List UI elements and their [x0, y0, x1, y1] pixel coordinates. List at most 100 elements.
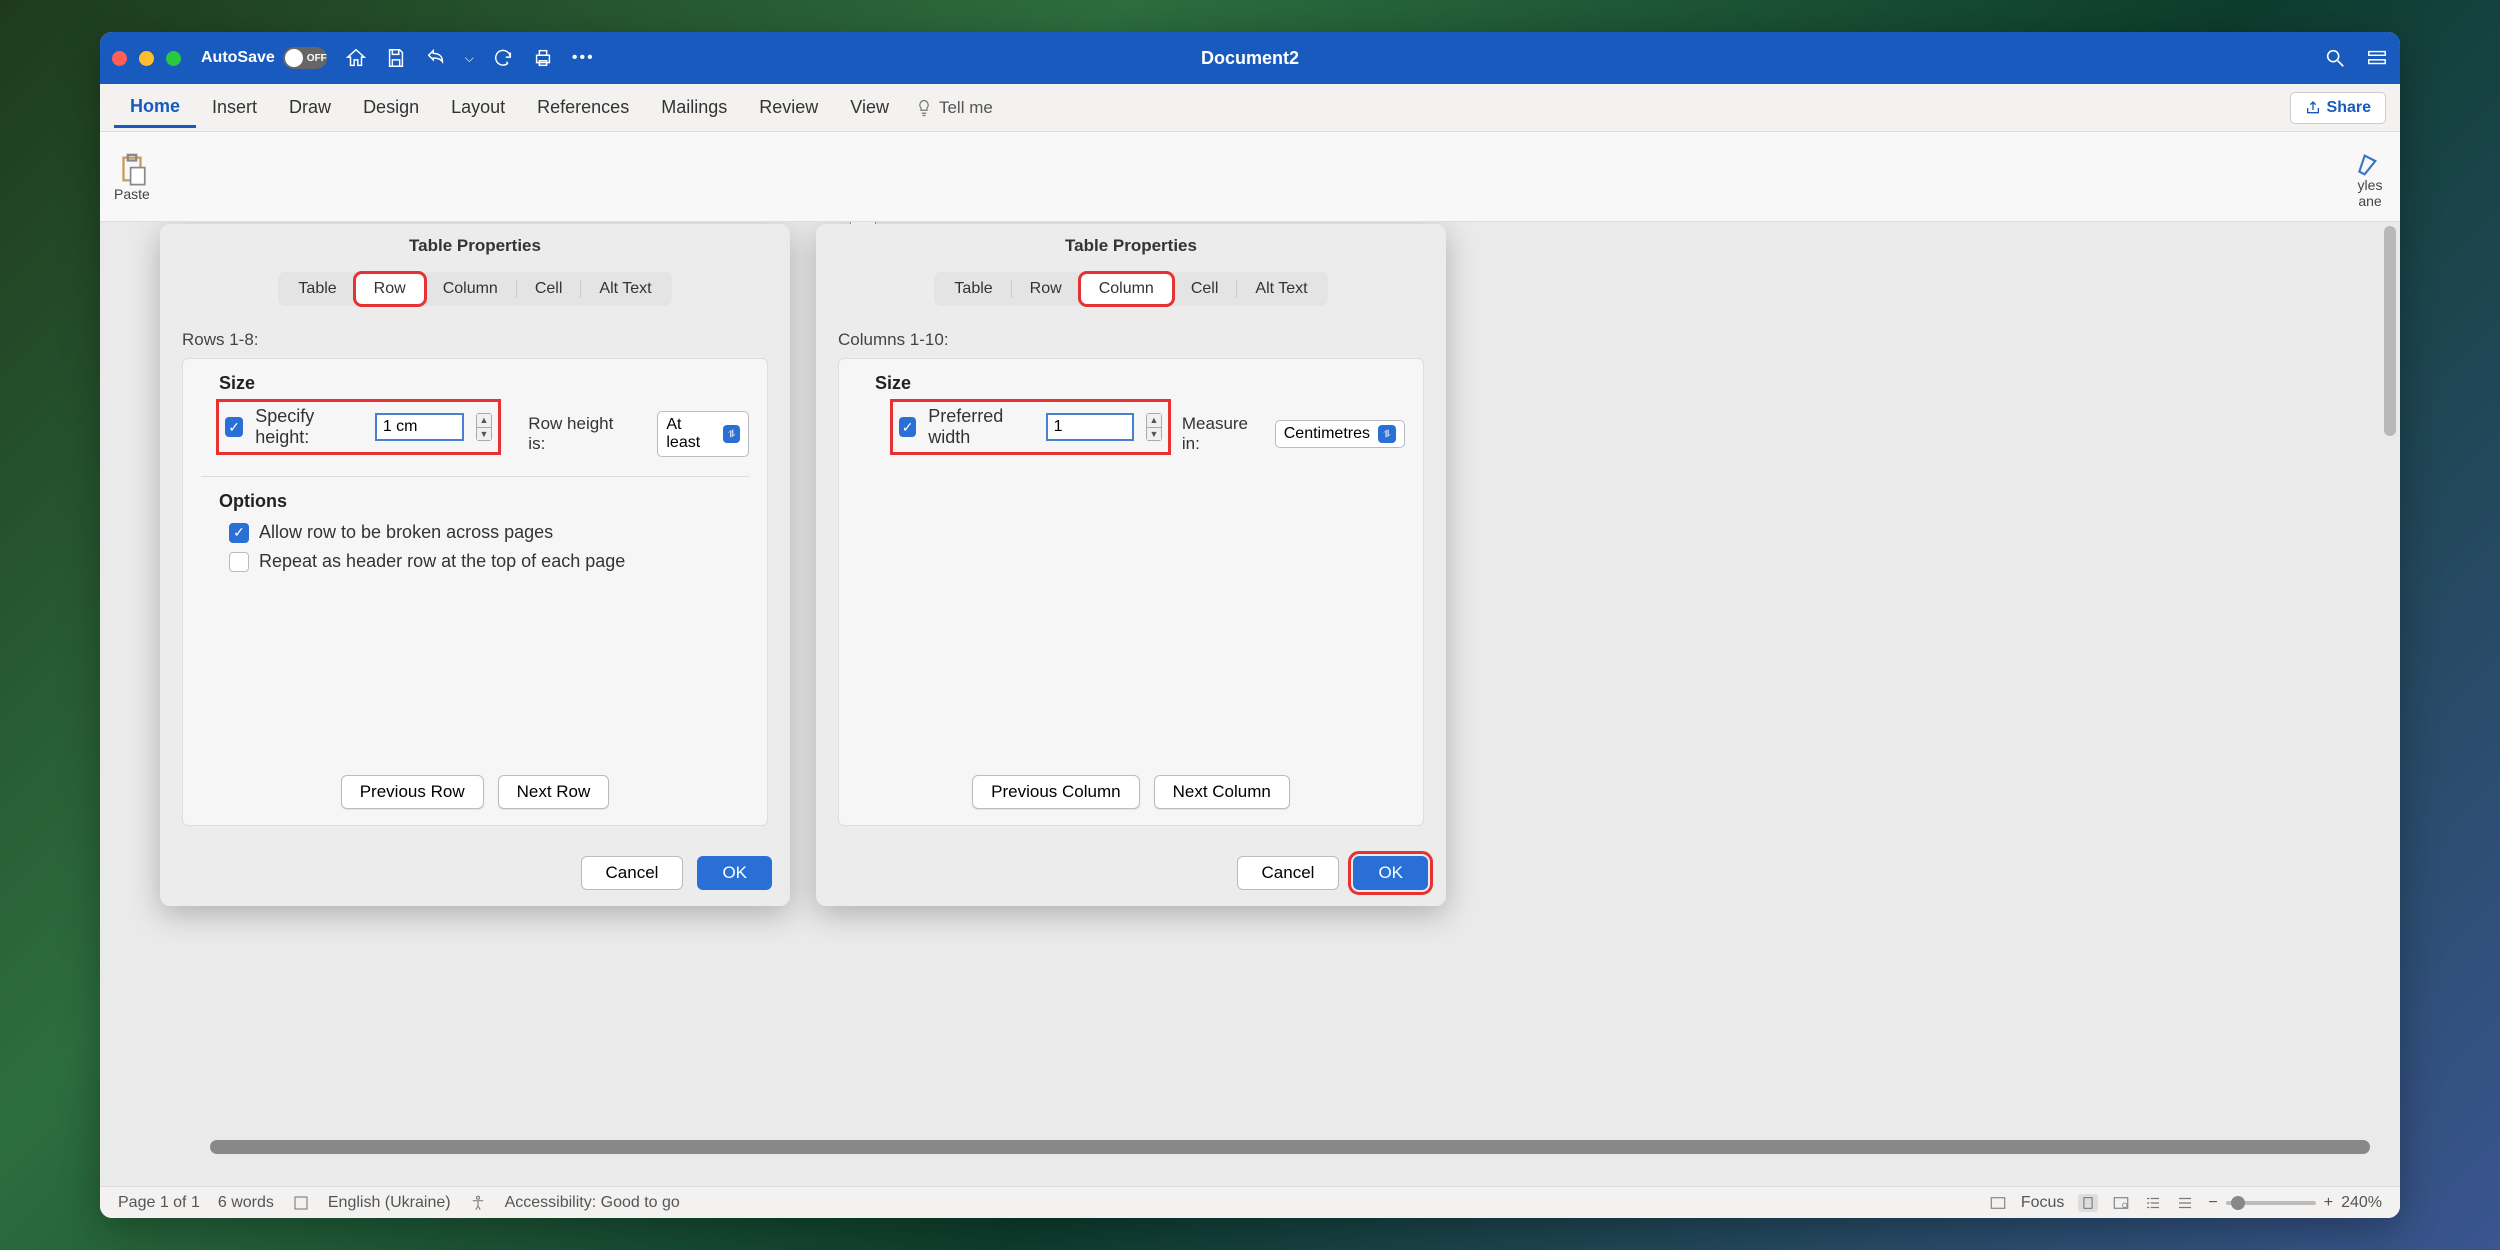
measure-in-label: Measure in:: [1182, 414, 1261, 454]
close-window-button[interactable]: [112, 51, 127, 66]
row-height-input[interactable]: 1 cm: [375, 413, 464, 441]
titlebar: AutoSave OFF ⌵ ••• Document2: [100, 32, 2400, 84]
save-icon[interactable]: [385, 47, 407, 69]
minimize-window-button[interactable]: [139, 51, 154, 66]
row-panel: Size ✓ Specify height: 1 cm ▲▼ Row heigh…: [182, 358, 768, 826]
column-panel: Size ✓ Preferred width 1 ▲▼ Measure in: …: [838, 358, 1424, 826]
document-title: Document2: [1201, 48, 1299, 69]
tab-design[interactable]: Design: [347, 89, 435, 126]
preferred-width-checkbox[interactable]: ✓: [899, 417, 916, 437]
web-layout-icon[interactable]: [2112, 1194, 2130, 1212]
undo-dropdown-icon[interactable]: ⌵: [465, 51, 474, 66]
dialog-tab-cell[interactable]: Cell: [517, 274, 581, 304]
dialog-tab-cell[interactable]: Cell: [1173, 274, 1237, 304]
dialog-tab-alttext[interactable]: Alt Text: [581, 274, 669, 304]
tab-draw[interactable]: Draw: [273, 89, 347, 126]
share-icon: [2305, 100, 2321, 116]
columns-range-label: Columns 1-10:: [838, 330, 1424, 350]
print-icon[interactable]: [532, 47, 554, 69]
row-height-is-label: Row height is:: [528, 414, 627, 454]
search-icon[interactable]: [2324, 47, 2346, 69]
outline-icon[interactable]: [2144, 1194, 2162, 1212]
dialog-tab-alttext[interactable]: Alt Text: [1237, 274, 1325, 304]
spellcheck-icon[interactable]: [292, 1194, 310, 1212]
next-row-button[interactable]: Next Row: [498, 775, 610, 809]
bulb-icon: [915, 99, 933, 117]
redo-icon[interactable]: [492, 47, 514, 69]
dialog-tab-row[interactable]: Row: [1012, 274, 1080, 304]
rows-range-label: Rows 1-8:: [182, 330, 768, 350]
dialog-tab-table[interactable]: Table: [280, 274, 354, 304]
dialog-tab-column[interactable]: Column: [1081, 274, 1172, 304]
next-column-button[interactable]: Next Column: [1154, 775, 1290, 809]
dialog-tab-column[interactable]: Column: [425, 274, 516, 304]
ribbon-tabs: Home Insert Draw Design Layout Reference…: [100, 84, 2400, 132]
maximize-window-button[interactable]: [166, 51, 181, 66]
horizontal-scrollbar[interactable]: [210, 1140, 2370, 1154]
draft-icon[interactable]: [2176, 1194, 2194, 1212]
ok-button[interactable]: OK: [1353, 856, 1428, 890]
previous-row-button[interactable]: Previous Row: [341, 775, 484, 809]
paste-button[interactable]: Paste: [114, 152, 150, 202]
tab-mailings[interactable]: Mailings: [645, 89, 743, 126]
word-count[interactable]: 6 words: [218, 1194, 274, 1212]
column-width-stepper[interactable]: ▲▼: [1146, 413, 1162, 441]
window-controls: [112, 51, 181, 66]
styles-pane-button[interactable]: yles ane: [2354, 145, 2386, 209]
preferred-width-group: ✓ Preferred width 1 ▲▼: [893, 402, 1168, 452]
options-heading: Options: [219, 491, 749, 512]
autosave-label: AutoSave: [201, 49, 275, 67]
word-window: AutoSave OFF ⌵ ••• Document2 Home Insert…: [100, 32, 2400, 1218]
chevron-updown-icon: ⥮: [723, 425, 740, 443]
print-layout-icon[interactable]: [2078, 1194, 2098, 1212]
column-width-input[interactable]: 1: [1046, 413, 1134, 441]
tab-references[interactable]: References: [521, 89, 645, 126]
specify-height-group: ✓ Specify height: 1 cm ▲▼: [219, 402, 498, 452]
tab-insert[interactable]: Insert: [196, 89, 273, 126]
accessibility-status[interactable]: Accessibility: Good to go: [505, 1194, 680, 1212]
measure-unit-select[interactable]: Centimetres ⥮: [1275, 420, 1405, 448]
cancel-button[interactable]: Cancel: [1237, 856, 1340, 890]
focus-icon: [1989, 1194, 2007, 1212]
home-icon[interactable]: [345, 47, 367, 69]
preferred-width-label: Preferred width: [928, 406, 1033, 448]
row-height-stepper[interactable]: ▲▼: [476, 413, 493, 441]
zoom-control[interactable]: − + 240%: [2208, 1194, 2382, 1212]
toggle-switch[interactable]: OFF: [283, 47, 327, 69]
step-up-icon: ▲: [477, 414, 492, 428]
specify-height-checkbox[interactable]: ✓: [225, 417, 243, 437]
styles-pane-icon: [2354, 145, 2386, 177]
previous-column-button[interactable]: Previous Column: [972, 775, 1139, 809]
accessibility-icon: [469, 1194, 487, 1212]
tab-view[interactable]: View: [834, 89, 905, 126]
titlebar-quick-actions: ⌵ •••: [345, 47, 595, 69]
zoom-slider[interactable]: [2226, 1201, 2316, 1205]
repeat-header-label: Repeat as header row at the top of each …: [259, 551, 625, 572]
table-properties-dialog-column: Table Properties Table Row Column Cell A…: [816, 224, 1446, 906]
zoom-level[interactable]: 240%: [2341, 1194, 2382, 1212]
more-icon[interactable]: •••: [572, 49, 595, 67]
repeat-header-checkbox[interactable]: [229, 552, 249, 572]
ribbon-options-icon[interactable]: [2366, 47, 2388, 69]
focus-mode[interactable]: Focus: [2021, 1194, 2065, 1212]
tab-layout[interactable]: Layout: [435, 89, 521, 126]
autosave-toggle[interactable]: AutoSave OFF: [201, 47, 327, 69]
language-indicator[interactable]: English (Ukraine): [328, 1194, 451, 1212]
cancel-button[interactable]: Cancel: [581, 856, 684, 890]
clipboard-icon: [115, 152, 149, 186]
dialog-tab-table[interactable]: Table: [936, 274, 1010, 304]
page-indicator[interactable]: Page 1 of 1: [118, 1194, 200, 1212]
zoom-in-icon[interactable]: +: [2324, 1194, 2333, 1212]
zoom-out-icon[interactable]: −: [2208, 1194, 2217, 1212]
tell-me-search[interactable]: Tell me: [915, 98, 993, 118]
undo-icon[interactable]: [425, 47, 447, 69]
vertical-scrollbar[interactable]: [2382, 226, 2398, 746]
step-up-icon: ▲: [1147, 414, 1161, 428]
row-height-mode-select[interactable]: At least ⥮: [657, 411, 749, 457]
share-button[interactable]: Share: [2290, 92, 2386, 124]
tab-review[interactable]: Review: [743, 89, 834, 126]
tab-home[interactable]: Home: [114, 88, 196, 128]
dialog-tab-row[interactable]: Row: [356, 274, 424, 304]
allow-break-checkbox[interactable]: ✓: [229, 523, 249, 543]
ok-button[interactable]: OK: [697, 856, 772, 890]
